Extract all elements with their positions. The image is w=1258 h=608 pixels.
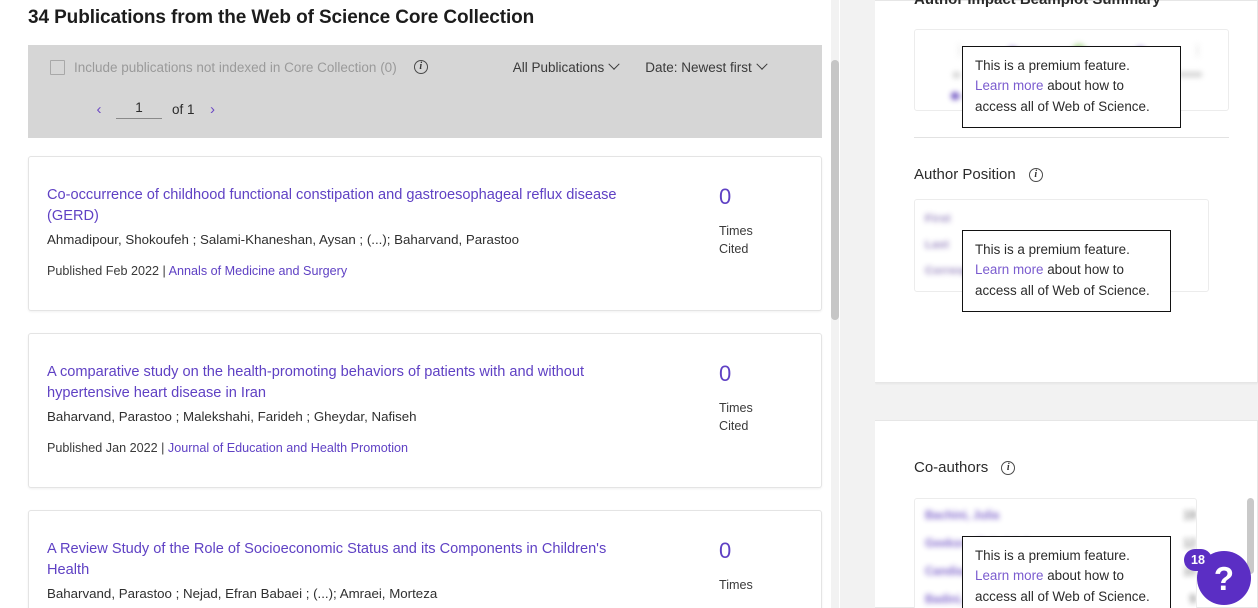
cited-label: Cited [719, 419, 749, 433]
premium-tooltip-beamplot: This is a premium feature. Learn more ab… [962, 46, 1181, 129]
chevron-down-icon [608, 58, 620, 70]
coauthor-name: Bachini, Julia [925, 510, 1000, 522]
times-cited-count[interactable]: 0 [719, 185, 799, 209]
filter-dropdown[interactable]: All Publications [512, 58, 620, 75]
publication-card[interactable]: A Review Study of the Role of Socioecono… [28, 510, 822, 608]
author-position-title: Author Position [914, 166, 1016, 183]
learn-more-link[interactable]: Learn more [975, 262, 1043, 277]
times-cited-label: Times Cited [719, 222, 799, 258]
publication-journal-link[interactable]: Journal of Education and Health Promotio… [168, 441, 408, 455]
page-number-input[interactable] [116, 99, 162, 119]
publication-published-date: Published Feb 2022 | [47, 264, 166, 278]
toolbar-controls: All Publications Date: Newest first [512, 58, 768, 75]
premium-tooltip-line3: access all of Web of Science. [975, 588, 1150, 604]
times-cited-label: Times Cited [719, 399, 799, 435]
publication-published-date: Published Jan 2022 | [47, 441, 165, 455]
include-not-indexed-checkbox[interactable]: Include publications not indexed in Core… [50, 59, 397, 75]
next-page-button[interactable]: › [204, 102, 222, 117]
publication-meta: Published Jan 2022 | Journal of Educatio… [47, 439, 699, 457]
learn-more-link[interactable]: Learn more [975, 568, 1043, 583]
learn-more-link[interactable]: Learn more [975, 78, 1043, 93]
publication-citations: 0 Times Cited [715, 362, 799, 461]
main-content-column: 34 Publications from the Web of Science … [0, 0, 840, 608]
metrics-card: Author Impact Beamplot Summary [875, 0, 1258, 383]
info-icon[interactable]: i [1001, 460, 1016, 475]
cited-label: Cited [719, 242, 749, 256]
times-label: Times [719, 578, 753, 592]
premium-tooltip-line2: about how to [1043, 78, 1124, 94]
publication-main: Co-occurrence of childhood functional co… [47, 185, 715, 284]
times-label: Times [719, 224, 753, 238]
publication-list: Co-occurrence of childhood functional co… [28, 156, 822, 608]
toolbar-row: Include publications not indexed in Core… [28, 45, 822, 89]
beamplot-tick [1179, 72, 1202, 77]
premium-tooltip-line3: access all of Web of Science. [975, 282, 1150, 298]
main-scrollbar[interactable] [831, 0, 839, 608]
info-icon[interactable]: i [413, 60, 428, 74]
times-cited-count[interactable]: 0 [719, 539, 799, 563]
premium-tooltip-line3: access all of Web of Science. [975, 98, 1150, 114]
publication-authors: Baharvand, Parastoo ; Malekshahi, Faride… [47, 409, 417, 424]
publication-main: A comparative study on the health-promot… [47, 362, 715, 461]
publication-citations: 0 Times [715, 539, 799, 608]
premium-tooltip-line2: about how to [1043, 262, 1124, 278]
page-title: 34 Publications from the Web of Science … [28, 7, 535, 28]
premium-tooltip-line1: This is a premium feature. [975, 58, 1130, 73]
publication-card[interactable]: A comparative study on the health-promot… [28, 333, 822, 488]
publication-citations: 0 Times Cited [715, 185, 799, 284]
premium-tooltip-author-position: This is a premium feature. Learn more ab… [962, 230, 1171, 313]
publication-card[interactable]: Co-occurrence of childhood functional co… [28, 156, 822, 311]
coauthors-section: Co-authors i [875, 421, 1257, 476]
premium-tooltip-line1: This is a premium feature. [975, 242, 1130, 257]
beamplot-axis-right [1197, 44, 1198, 57]
help-notification-badge[interactable]: 18 [1184, 549, 1212, 571]
chevron-down-icon [756, 58, 768, 70]
publication-journal-link[interactable]: Annals of Medicine and Surgery [169, 264, 348, 278]
sidebar-scrollbar-thumb[interactable] [1247, 498, 1254, 574]
column-gutter [840, 0, 875, 608]
pagination: ‹ of 1 › [28, 89, 822, 129]
sort-dropdown-label: Date: Newest first [645, 59, 752, 75]
author-position-section: Author Position i [875, 166, 1257, 183]
publication-authors: Ahmadipour, Shokoufeh ; Salami-Khaneshan… [47, 232, 520, 247]
premium-tooltip-line1: This is a premium feature. [975, 548, 1130, 563]
author-position-label: Last [925, 239, 950, 251]
times-cited-label: Times [719, 576, 799, 594]
filter-dropdown-label: All Publications [512, 59, 605, 75]
coauthor-count: 19 [1183, 510, 1196, 522]
author-position-row: First [925, 213, 1208, 225]
publications-page: 34 Publications from the Web of Science … [0, 0, 1258, 608]
premium-tooltip-coauthors: This is a premium feature. Learn more ab… [962, 536, 1171, 608]
beamplot-point [951, 92, 959, 100]
author-position-label: First [925, 213, 951, 225]
sort-dropdown[interactable]: Date: Newest first [645, 58, 768, 75]
publication-meta: Published Feb 2022 | Annals of Medicine … [47, 262, 699, 280]
times-label: Times [719, 401, 753, 415]
coauthor-count: 9 [1189, 594, 1196, 606]
coauthors-title: Co-authors [914, 459, 989, 476]
beamplot-axis-left [959, 44, 960, 57]
prev-page-button[interactable]: ‹ [90, 102, 108, 117]
sidebar-divider [914, 137, 1229, 138]
coauthor-row: Bachini, Julia 19 [925, 510, 1196, 522]
include-not-indexed-label: Include publications not indexed in Core… [74, 59, 397, 75]
publication-main: A Review Study of the Role of Socioecono… [47, 539, 715, 608]
publication-title-link[interactable]: A Review Study of the Role of Socioecono… [47, 539, 647, 581]
premium-tooltip-line2: about how to [1043, 568, 1124, 584]
publication-authors: Baharvand, Parastoo ; Nejad, Efran Babae… [47, 586, 438, 601]
publication-title-link[interactable]: A comparative study on the health-promot… [47, 362, 647, 404]
main-scrollbar-thumb[interactable] [831, 60, 839, 320]
beamplot-tick [953, 72, 960, 78]
right-sidebar: Author Impact Beamplot Summary [875, 0, 1258, 608]
publication-title-link[interactable]: Co-occurrence of childhood functional co… [47, 185, 647, 227]
publications-toolbar: Include publications not indexed in Core… [28, 45, 822, 138]
times-cited-count[interactable]: 0 [719, 362, 799, 386]
beamplot-section-title: Author Impact Beamplot Summary [875, 0, 1161, 8]
info-icon[interactable]: i [1028, 167, 1043, 182]
checkbox-box[interactable] [50, 59, 65, 75]
page-total-label: of 1 [172, 101, 195, 117]
